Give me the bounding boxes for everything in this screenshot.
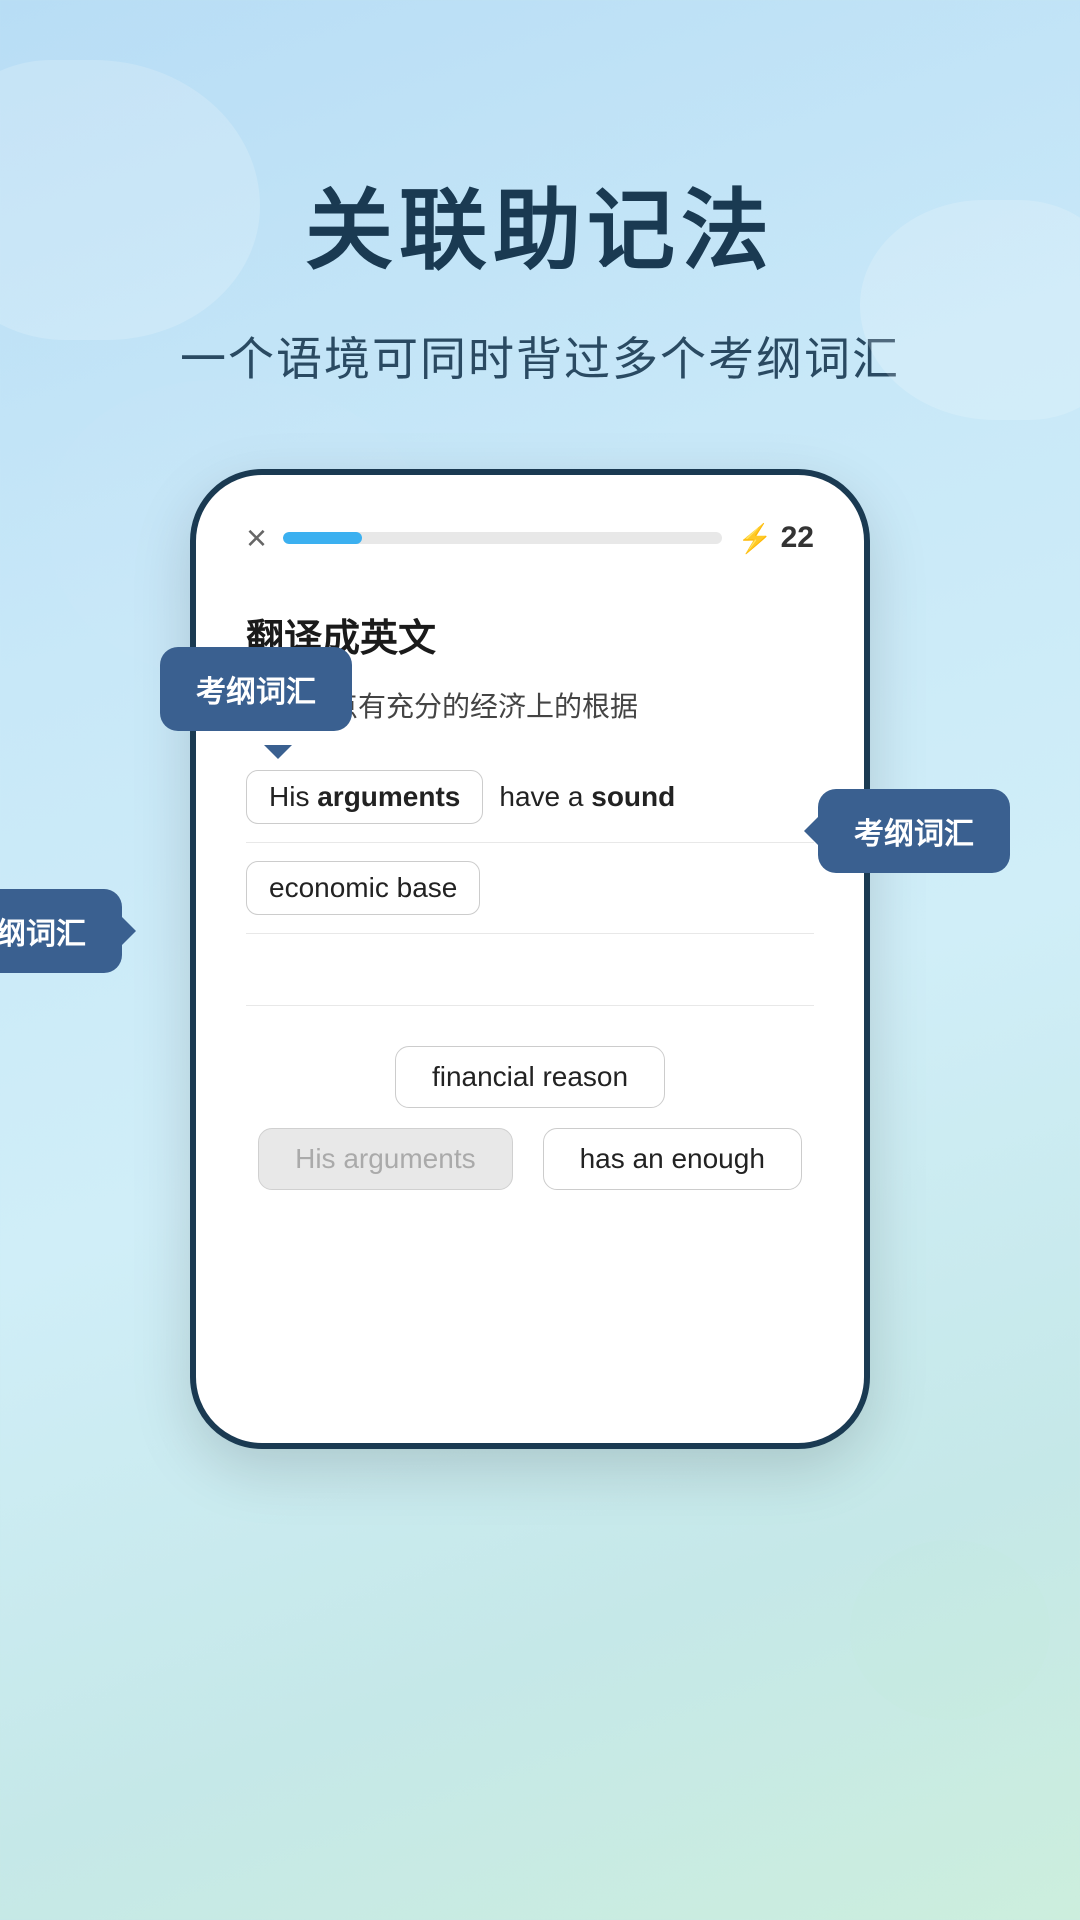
lightning-icon: ⚡ (738, 522, 773, 555)
bold-sound: sound (591, 781, 675, 812)
progress-bar-fill (283, 532, 362, 544)
bottom-row-2: His arguments has an enough (258, 1128, 802, 1190)
answer-chip-economic-base[interactable]: economic base (246, 861, 480, 915)
chip-text-arguments: arguments (317, 781, 460, 812)
answer-row-2: economic base (246, 843, 814, 934)
score-value: 22 (781, 521, 814, 555)
top-bar: × ⚡ 22 (246, 517, 814, 559)
answer-chip-his-arguments[interactable]: His arguments (246, 770, 483, 824)
chip-text-his: His (269, 781, 317, 812)
tooltip-kaogan-2: 考纲词汇 (818, 789, 1010, 873)
answer-row-1: His arguments have a sound (246, 760, 814, 843)
score-area: ⚡ 22 (738, 521, 814, 555)
bottom-chip-his-arguments-disabled[interactable]: His arguments (258, 1128, 513, 1190)
answer-text-have-a-sound: have a sound (499, 781, 675, 813)
bottom-options: financial reason His arguments has an en… (246, 1046, 814, 1190)
bg-decor-4 (850, 1540, 1050, 1720)
phone-inner: × ⚡ 22 翻译成英文 他的论点有充分的经济上的根据 Hi (196, 475, 864, 1250)
tooltip-kaogan-1: 考纲词汇 (160, 647, 352, 731)
bold-economic: economic (269, 872, 389, 903)
page-subtitle: 一个语境可同时背过多个考纲词汇 (180, 323, 900, 389)
bottom-chip-has-an-enough[interactable]: has an enough (543, 1128, 802, 1190)
page-container: 关联助记法 一个语境可同时背过多个考纲词汇 考纲词汇 考纲词汇 考纲词汇 × (0, 0, 1080, 1920)
phone-wrapper: 考纲词汇 考纲词汇 考纲词汇 × ⚡ 22 (190, 469, 970, 1449)
close-button[interactable]: × (246, 517, 267, 559)
answer-row-3-empty (246, 934, 814, 1006)
bottom-chip-financial-reason[interactable]: financial reason (395, 1046, 665, 1108)
progress-bar-bg (283, 532, 722, 544)
tooltip-kaogan-3: 考纲词汇 (0, 889, 122, 973)
page-title: 关联助记法 (305, 160, 775, 287)
bg-decor-1 (0, 60, 260, 340)
phone-frame: × ⚡ 22 翻译成英文 他的论点有充分的经济上的根据 Hi (190, 469, 870, 1449)
text-base: base (389, 872, 458, 903)
